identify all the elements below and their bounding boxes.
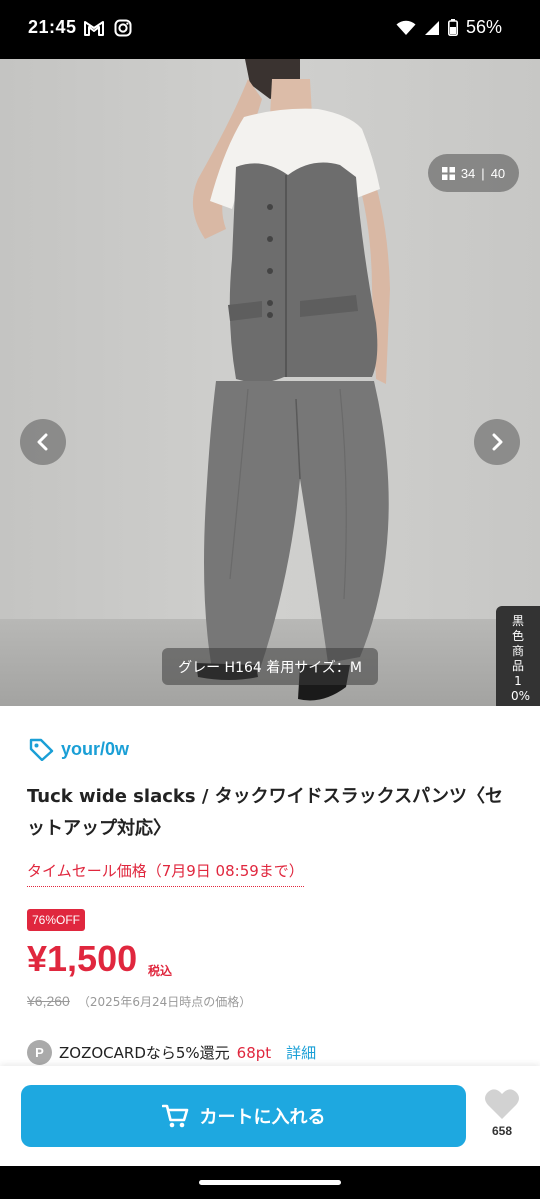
product-title: Tuck wide slacks / タックワイドスラックスパンツ〈セットアップ… — [27, 786, 504, 839]
tag-icon — [29, 738, 54, 761]
time-sale-label: タイムセール価格（7月9日 08:59まで） — [27, 860, 304, 887]
points-icon: P — [27, 1040, 52, 1065]
points-text: ZOZOCARDなら5%還元 — [59, 1044, 230, 1062]
wifi-icon — [396, 20, 416, 35]
promo-tab-label: 黒色商品10% — [511, 613, 531, 703]
brand-link[interactable]: your/0w — [28, 737, 129, 761]
gmail-icon — [84, 21, 104, 36]
image-counter-separator: | — [481, 165, 485, 181]
next-image-button[interactable] — [474, 419, 520, 465]
add-to-cart-label: カートに入れる — [199, 1107, 326, 1128]
status-bar: 21:45 56% — [0, 0, 540, 59]
cart-icon — [161, 1104, 188, 1128]
heart-icon — [485, 1089, 519, 1119]
product-image-gallery[interactable]: 34 | 40 黒色商品10% — [0, 59, 540, 706]
chevron-left-icon — [37, 433, 48, 451]
notification-icons — [84, 19, 132, 37]
tax-label: 税込 — [148, 964, 173, 978]
favorite-button[interactable]: 658 — [480, 1088, 524, 1148]
sale-price: ¥1,500 — [27, 938, 138, 979]
black-items-promo-tab[interactable]: 黒色商品10% — [496, 606, 540, 706]
signal-icon — [424, 20, 439, 35]
discount-badge: 76%OFF — [27, 909, 85, 931]
previous-image-button[interactable] — [20, 419, 66, 465]
points-value: 68pt — [236, 1043, 272, 1062]
image-counter-current: 34 — [460, 165, 476, 181]
brand-name: your/0w — [61, 738, 130, 759]
home-indicator[interactable] — [199, 1180, 341, 1185]
image-counter-total: 40 — [490, 165, 506, 181]
original-price-note: （2025年6月24日時点の価格） — [77, 995, 252, 1009]
system-status: 56% — [396, 17, 502, 38]
image-caption: グレー H164 着用サイズ：M — [162, 648, 378, 685]
points-detail-link[interactable]: 詳細 — [286, 1042, 316, 1063]
grid-icon — [441, 166, 455, 180]
favorite-count: 658 — [491, 1124, 513, 1138]
image-counter[interactable]: 34 | 40 — [428, 154, 519, 192]
instagram-icon — [114, 19, 132, 37]
status-time: 21:45 — [28, 17, 77, 37]
add-to-cart-button[interactable]: カートに入れる — [21, 1085, 466, 1147]
original-price-row: ¥6,260 （2025年6月24日時点の価格） — [27, 993, 251, 1010]
battery-icon — [447, 19, 458, 36]
zozocard-points-row: P ZOZOCARDなら5%還元 68pt 詳細 — [27, 1040, 316, 1065]
chevron-right-icon — [492, 433, 503, 451]
battery-percentage: 56% — [465, 17, 502, 37]
original-price: ¥6,260 — [27, 993, 70, 1009]
